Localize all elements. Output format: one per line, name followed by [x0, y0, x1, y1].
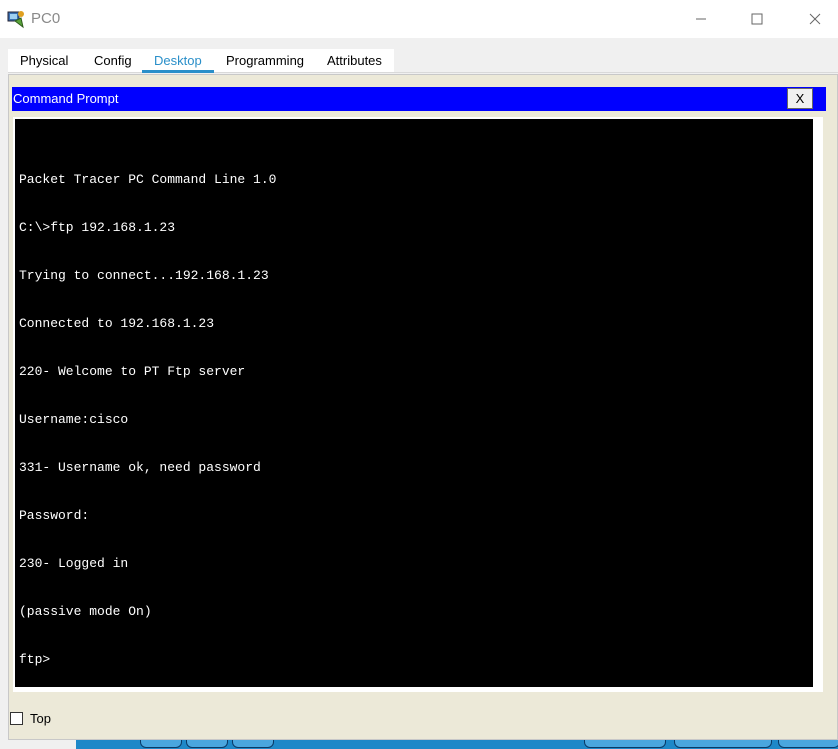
- window-titlebar: PC0: [0, 0, 838, 38]
- background-toolbar-button: [778, 740, 838, 748]
- active-tab-indicator: [142, 70, 214, 73]
- minimize-icon: [696, 18, 706, 20]
- terminal-line: Password:: [19, 508, 90, 523]
- window-client-area: Physical Config Desktop Programming Attr…: [0, 38, 838, 749]
- top-checkbox-label: Top: [30, 711, 51, 726]
- terminal-line: 230- Logged in: [19, 556, 129, 571]
- tab-desktop[interactable]: Desktop: [154, 53, 202, 68]
- terminal-line: Connected to 192.168.1.23: [19, 316, 215, 331]
- terminal-line: Trying to connect...192.168.1.23: [19, 268, 269, 283]
- command-prompt-close-button[interactable]: X: [787, 88, 813, 109]
- terminal-line: Username:cisco: [19, 412, 129, 427]
- command-prompt-header: Command Prompt X: [12, 87, 826, 111]
- background-toolbar-button: [140, 740, 182, 748]
- command-prompt-title: Command Prompt: [13, 91, 119, 106]
- background-toolbar-button: [584, 740, 666, 748]
- background-toolbar-button: [674, 740, 772, 748]
- terminal-frame: Packet Tracer PC Command Line 1.0 C:\>ft…: [13, 117, 823, 692]
- terminal-output[interactable]: Packet Tracer PC Command Line 1.0 C:\>ft…: [15, 119, 813, 687]
- terminal-line: Packet Tracer PC Command Line 1.0: [19, 172, 277, 187]
- tab-config[interactable]: Config: [94, 53, 132, 68]
- maximize-button[interactable]: [734, 0, 780, 38]
- window-title: PC0: [31, 10, 61, 27]
- terminal-line: 220- Welcome to PT Ftp server: [19, 364, 246, 379]
- terminal-line: C:\>ftp 192.168.1.23: [19, 220, 176, 235]
- close-window-button[interactable]: [792, 0, 838, 38]
- tab-attributes[interactable]: Attributes: [327, 53, 382, 68]
- tab-programming[interactable]: Programming: [226, 53, 304, 68]
- background-toolbar-button: [232, 740, 274, 748]
- terminal-prompt-line: ftp>: [19, 652, 51, 667]
- tab-physical[interactable]: Physical: [20, 53, 68, 68]
- minimize-button[interactable]: [678, 0, 724, 38]
- terminal-text: Packet Tracer PC Command Line 1.0 C:\>ft…: [19, 140, 276, 687]
- close-icon: [809, 13, 821, 25]
- background-app-toolbar: [76, 740, 838, 749]
- background-toolbar-button: [186, 740, 228, 748]
- top-checkbox[interactable]: [10, 712, 23, 725]
- maximize-icon: [751, 13, 763, 25]
- tab-strip: Physical Config Desktop Programming Attr…: [8, 49, 838, 73]
- tab-strip-divider: [8, 72, 838, 73]
- packet-tracer-pc-icon: [6, 9, 26, 29]
- terminal-line: 331- Username ok, need password: [19, 460, 261, 475]
- bottom-bar: Top: [0, 704, 838, 734]
- terminal-line: (passive mode On): [19, 604, 152, 619]
